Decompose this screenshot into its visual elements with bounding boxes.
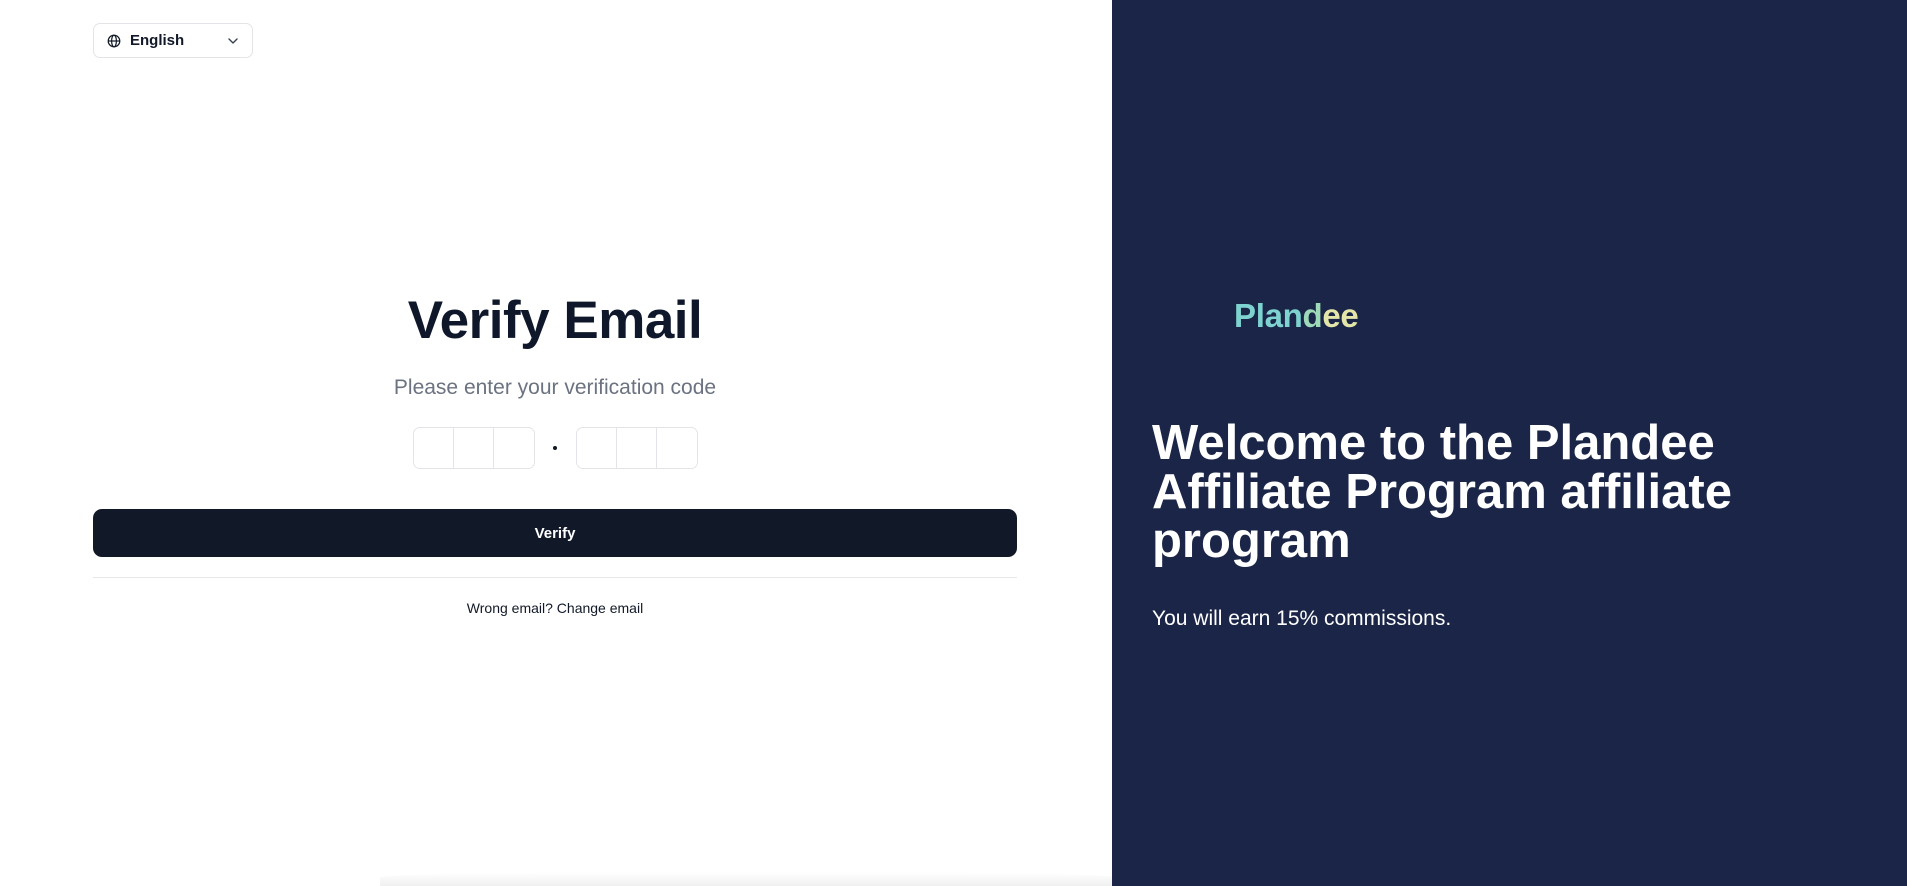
otp-slot[interactable] — [656, 428, 697, 468]
page-subtitle: Please enter your verification code — [393, 376, 717, 399]
dot-icon — [553, 446, 557, 450]
otp-group-first — [412, 427, 535, 469]
otp-separator — [535, 428, 576, 468]
page-title: Verify Email — [407, 291, 703, 350]
welcome-panel: Plandee Welcome to the Plandee Affiliate… — [1112, 0, 1907, 886]
otp-slot[interactable] — [453, 428, 494, 468]
welcome-heading: Welcome to the Plandee Affiliate Program… — [1152, 416, 1732, 568]
otp-group-second — [575, 427, 698, 469]
bottom-shadow — [380, 872, 1120, 886]
brand-logo-part: ee — [1322, 297, 1359, 334]
brand-logo-part: d — [1302, 297, 1323, 334]
language-select-value: English — [130, 32, 185, 49]
brand-logo-part: Plan — [1234, 297, 1303, 334]
language-select[interactable]: English — [93, 23, 253, 58]
verify-panel: English Verify Email Please enter your v… — [0, 0, 1120, 886]
otp-slot[interactable] — [413, 428, 454, 468]
commission-text: You will earn 15% commissions. — [1152, 607, 1452, 630]
change-email-link[interactable]: Wrong email? Change email — [467, 600, 643, 616]
chevron-down-icon — [226, 34, 240, 48]
otp-slot[interactable] — [493, 428, 534, 468]
otp-input — [412, 427, 698, 469]
otp-slot[interactable] — [616, 428, 657, 468]
globe-icon — [107, 34, 121, 48]
brand-logo: Plandee — [1234, 296, 1359, 336]
verify-button[interactable]: Verify — [93, 509, 1017, 557]
divider — [93, 577, 1017, 578]
otp-slot[interactable] — [576, 428, 617, 468]
verify-form: Verify Email Please enter your verificat… — [93, 288, 1017, 616]
page: English Verify Email Please enter your v… — [0, 0, 1907, 886]
